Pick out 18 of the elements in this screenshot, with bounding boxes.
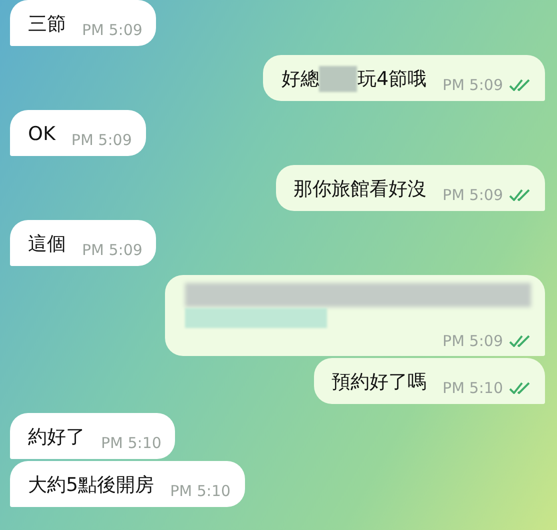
message-text: 預約好了嗎: [332, 370, 427, 395]
message-time: PM 5:10: [101, 434, 162, 452]
message-time: PM 5:09: [82, 21, 142, 39]
message-time: PM 5:10: [442, 379, 503, 397]
message-time: PM 5:09: [442, 76, 503, 94]
message-time: PM 5:09: [71, 131, 132, 149]
message-text: 那你旅館看好沒: [294, 177, 427, 202]
message-text: OK: [28, 122, 56, 147]
message-time: PM 5:09: [82, 241, 142, 259]
message-text: 約好了: [28, 425, 85, 450]
message-text: 大約5點後開房: [28, 473, 154, 498]
message-time: PM 5:09: [442, 186, 503, 204]
message-time: PM 5:09: [442, 332, 503, 350]
message-time: PM 5:10: [170, 482, 231, 500]
message-text: 這個: [28, 232, 66, 257]
message-text: 好總 玩4節哦: [281, 66, 427, 92]
message-text: 三節: [28, 12, 66, 37]
blurred-text: [319, 66, 358, 92]
